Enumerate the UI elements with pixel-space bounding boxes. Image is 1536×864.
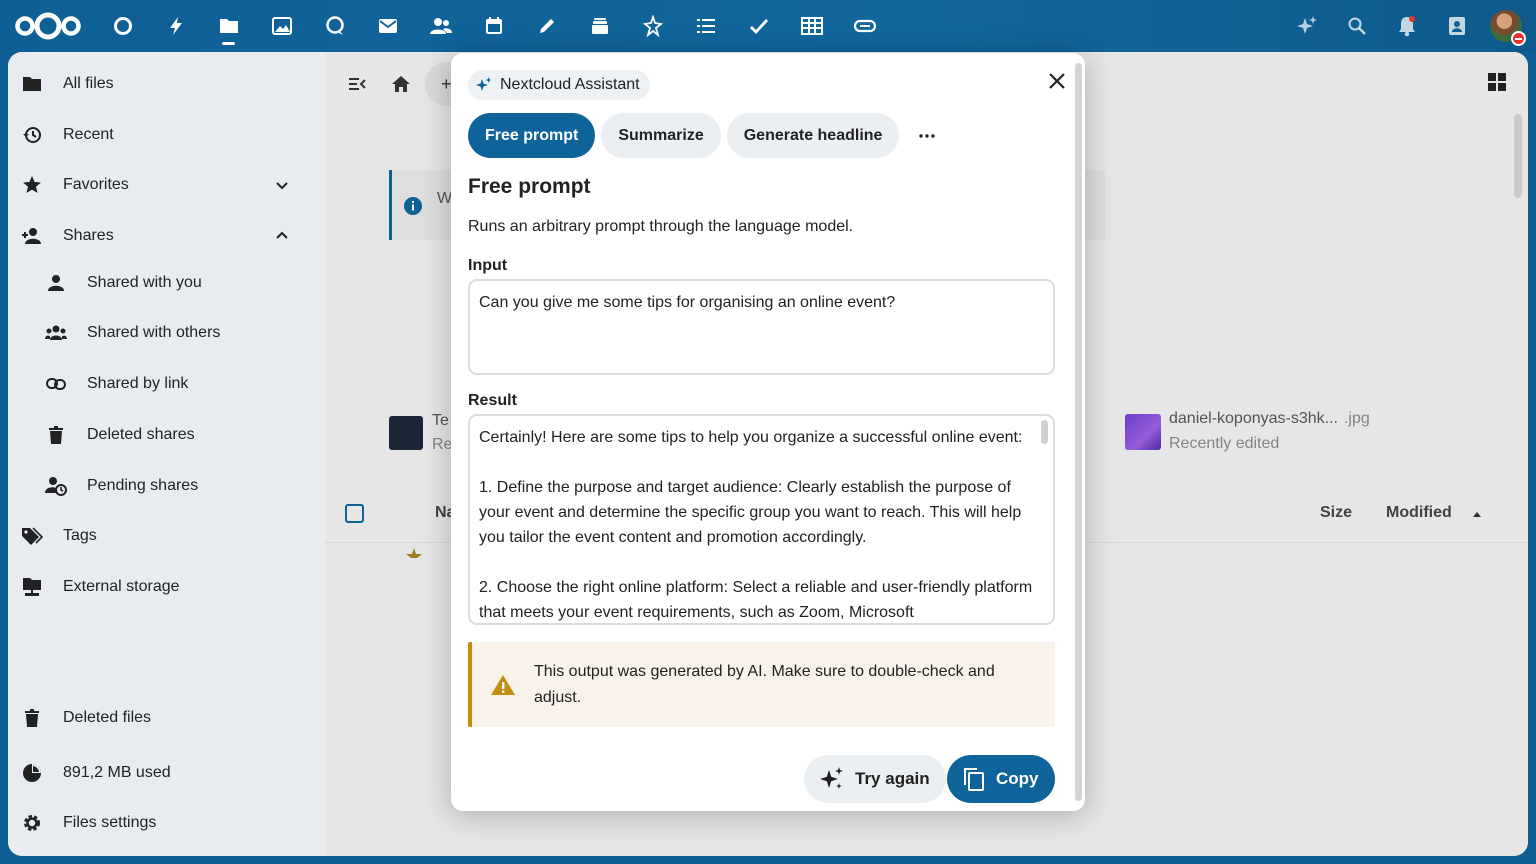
storage-icon (20, 575, 44, 599)
contacts-icon[interactable] (414, 0, 467, 52)
nav-shares[interactable]: Shares (20, 214, 310, 258)
nav-label: All files (63, 75, 114, 92)
user-avatar[interactable] (1490, 10, 1526, 46)
tab-generate-headline[interactable]: Generate headline (726, 113, 900, 158)
chevron-down-icon[interactable] (274, 177, 290, 193)
photos-icon[interactable] (255, 0, 308, 52)
talk-icon[interactable] (308, 0, 361, 52)
nav-label: Pending shares (87, 477, 199, 494)
nav-shared-with-others[interactable]: Shared with others (44, 311, 220, 355)
tasks-icon[interactable] (732, 0, 785, 52)
files-icon[interactable] (202, 0, 255, 52)
trash-icon (20, 706, 44, 730)
tab-free-prompt[interactable]: Free prompt (468, 113, 596, 158)
contacts-menu-icon[interactable] (1432, 0, 1482, 52)
nav-favorites[interactable]: Favorites (20, 163, 310, 207)
notes-icon[interactable] (520, 0, 573, 52)
nav-all-files[interactable]: All files (20, 62, 114, 106)
share-icon (20, 224, 44, 248)
nav-label: External storage (63, 578, 180, 595)
folder-icon (20, 72, 44, 96)
nav-label: Favorites (63, 176, 129, 193)
nav-recent[interactable]: Recent (20, 113, 114, 157)
assistant-dialog: Nextcloud Assistant Free prompt Summariz… (451, 53, 1085, 811)
result-label: Result (468, 392, 517, 409)
dialog-scrollbar[interactable] (1075, 63, 1082, 801)
copy-icon (964, 768, 984, 791)
do-not-disturb-status-icon (1511, 31, 1526, 46)
nav-quota: 891,2 MB used (20, 751, 171, 795)
warning-text: This output was generated by AI. Make su… (534, 662, 995, 706)
task-type-tabs: Free prompt Summarize Generate headline (468, 113, 949, 158)
users-icon (44, 321, 68, 345)
sparkle-icon (820, 767, 843, 789)
more-tasks-button[interactable] (905, 114, 949, 158)
close-button[interactable] (1045, 69, 1069, 93)
nav-label: Shared with others (87, 324, 221, 341)
result-textarea[interactable]: Certainly! Here are some tips to help yo… (468, 414, 1055, 625)
nav-label: Recent (63, 126, 114, 143)
tag-icon (20, 524, 44, 548)
nav-label: Shared by link (87, 375, 189, 392)
calendar-icon[interactable] (467, 0, 520, 52)
nav-files-settings[interactable]: Files settings (20, 801, 156, 845)
assistant-badge: Nextcloud Assistant (468, 70, 650, 100)
close-icon (1049, 73, 1065, 89)
nav-external-storage[interactable]: External storage (20, 565, 180, 609)
top-bar (0, 0, 1536, 52)
chevron-up-icon[interactable] (274, 228, 290, 244)
assistant-icon[interactable] (1282, 0, 1332, 52)
nav-deleted-shares[interactable]: Deleted shares (44, 413, 195, 457)
nav-tags[interactable]: Tags (20, 514, 97, 558)
star-icon (20, 173, 44, 197)
mail-icon[interactable] (361, 0, 414, 52)
sparkle-icon (476, 77, 492, 91)
files-navigation: All files Recent Favorites Shares Shared… (8, 52, 325, 856)
task-description: Runs an arbitrary prompt through the lan… (468, 218, 854, 235)
app-menu (96, 0, 891, 52)
nav-pending-shares[interactable]: Pending shares (44, 464, 198, 508)
tab-summarize[interactable]: Summarize (601, 113, 721, 158)
nav-label: Shared with you (87, 274, 202, 291)
nav-label: Deleted shares (87, 426, 195, 443)
notifications-icon[interactable] (1382, 0, 1432, 52)
nav-label: Shares (63, 227, 114, 244)
warning-icon (491, 674, 515, 695)
quota-icon (20, 761, 44, 785)
list-icon[interactable] (679, 0, 732, 52)
nav-label: Tags (63, 527, 97, 544)
nav-deleted-files[interactable]: Deleted files (20, 696, 151, 740)
trash-icon (44, 423, 68, 447)
result-scrollbar[interactable] (1041, 420, 1048, 444)
deck-icon[interactable] (573, 0, 626, 52)
tables-icon[interactable] (785, 0, 838, 52)
task-title: Free prompt (468, 175, 591, 198)
pending-icon (44, 474, 68, 498)
nav-shared-by-link[interactable]: Shared by link (44, 362, 188, 406)
history-icon (20, 123, 44, 147)
nav-shared-with-you[interactable]: Shared with you (44, 261, 202, 305)
analytics-icon[interactable] (626, 0, 679, 52)
header-right (1282, 0, 1526, 52)
input-label: Input (468, 257, 508, 274)
try-again-button[interactable]: Try again (804, 755, 946, 803)
ai-warning-note: This output was generated by AI. Make su… (468, 642, 1055, 727)
more-icon (919, 133, 936, 138)
input-textarea[interactable]: Can you give me some tips for organising… (468, 279, 1055, 375)
dashboard-icon[interactable] (96, 0, 149, 52)
quota-label: 891,2 MB used (63, 764, 171, 781)
content-scrollbar[interactable] (1514, 114, 1522, 198)
user-icon (44, 271, 68, 295)
search-icon[interactable] (1332, 0, 1382, 52)
activity-icon[interactable] (149, 0, 202, 52)
link-icon (44, 372, 68, 396)
nav-label: Deleted files (63, 709, 152, 726)
copy-button[interactable]: Copy (947, 755, 1055, 803)
nextcloud-logo[interactable] (14, 12, 82, 40)
nav-label: Files settings (63, 814, 157, 831)
settings-icon (20, 811, 44, 835)
link-icon[interactable] (838, 0, 891, 52)
